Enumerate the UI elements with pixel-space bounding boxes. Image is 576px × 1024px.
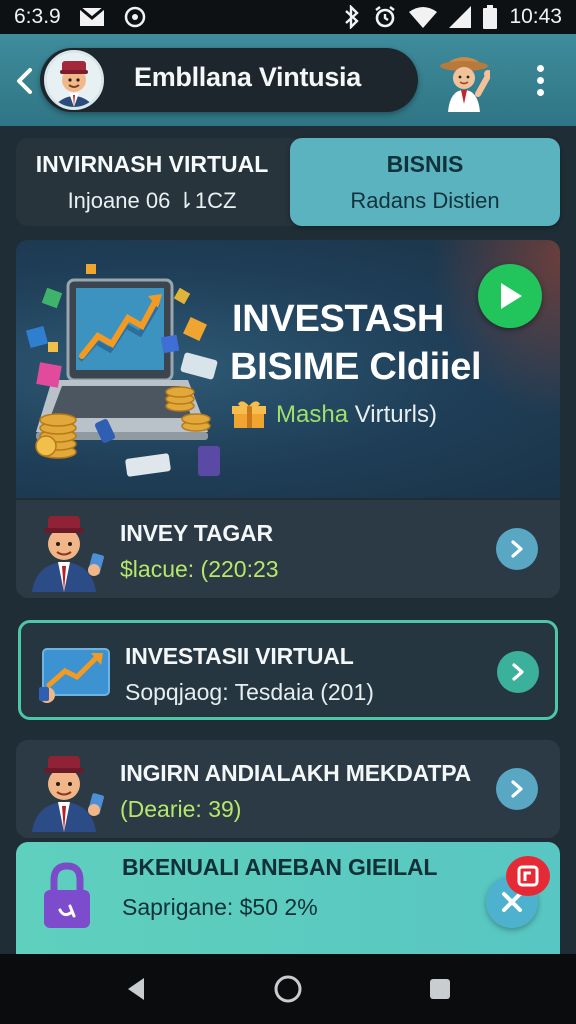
- avatar[interactable]: [44, 50, 104, 110]
- laptop-growth-illustration: [22, 256, 232, 486]
- back-triangle-icon[interactable]: [114, 967, 158, 1011]
- wifi-icon: [409, 6, 438, 28]
- banner-title-line1: INVESTASH: [232, 298, 444, 340]
- signal-icon: [449, 6, 472, 28]
- banner-subtitle-highlight: Masha: [276, 401, 349, 428]
- list-item-subtitle: (Dearie: 39): [120, 796, 242, 822]
- tab-invirnash-virtual[interactable]: INVIRNASH VIRTUAL Injoane 06 ⇂1CZ: [16, 138, 288, 226]
- list-item-subtitle: Sopqjaog: Tesdaia (201): [125, 679, 374, 705]
- home-circle-icon[interactable]: [266, 967, 310, 1011]
- status-bar: 6:3.9 10:43: [0, 0, 576, 34]
- badge-icon[interactable]: [506, 856, 550, 896]
- investor-avatar: [24, 748, 110, 832]
- status-time-right: 10:43: [509, 5, 562, 28]
- list-item-selected[interactable]: INVESTASII VIRTUAL Sopqjaog: Tesdaia (20…: [18, 620, 558, 720]
- recents-square-icon[interactable]: [418, 967, 462, 1011]
- investor-avatar: [24, 508, 110, 592]
- status-time-left: 6:3.9: [14, 5, 61, 28]
- tab-bisnis[interactable]: BISNIS Radans Distien: [290, 138, 560, 226]
- system-nav-bar: [0, 954, 576, 1024]
- tab-title: BISNIS: [386, 150, 464, 177]
- banner-title-line2: BISIME Cldiiel: [230, 346, 482, 388]
- title-pill: Embllana Vintusia: [40, 48, 418, 112]
- list-item-title: INGIRN ANDIALAKH MEKDATPA: [120, 760, 472, 786]
- tab-subtitle: Radans Distien: [350, 187, 500, 213]
- banner-subtitle: Masha Virturls): [232, 400, 437, 430]
- tab-subtitle: Injoane 06 ⇂1CZ: [67, 187, 237, 213]
- more-vert-icon[interactable]: [528, 62, 552, 98]
- battery-icon: [483, 5, 498, 29]
- promo-banner[interactable]: INVESTASH BISIME Cldiiel Masha Virturls): [16, 240, 560, 498]
- list-item-subtitle: $lacue: (220:23: [120, 556, 279, 582]
- list-item-title: INVEY TAGAR: [120, 520, 273, 546]
- tab-bar: INVIRNASH VIRTUAL Injoane 06 ⇂1CZ BISNIS…: [16, 138, 560, 226]
- list-item-title: BKENUALI ANEBAN GIEILAL: [122, 854, 438, 880]
- bluetooth-icon: [343, 5, 361, 29]
- list-item-title: INVESTASII VIRTUAL: [125, 643, 354, 669]
- list-item[interactable]: INGIRN ANDIALAKH MEKDATPA (Dearie: 39): [16, 740, 560, 838]
- chevron-right-icon[interactable]: [496, 768, 538, 810]
- list-item-subtitle: Saprigane: $50 2%: [122, 894, 318, 920]
- list-item[interactable]: BKENUALI ANEBAN GIEILAL Saprigane: $50 2…: [16, 842, 560, 954]
- app-header: Embllana Vintusia: [0, 34, 576, 126]
- chart-card-icon: [29, 631, 115, 715]
- chevron-right-icon[interactable]: [497, 651, 539, 693]
- alarm-icon: [373, 5, 397, 29]
- tab-title: INVIRNASH VIRTUAL: [35, 150, 269, 177]
- circle-status-icon: [123, 5, 147, 29]
- chevron-right-icon[interactable]: [496, 528, 538, 570]
- header-title: Embllana Vintusia: [134, 62, 361, 92]
- lock-icon: [42, 862, 92, 932]
- mail-icon: [78, 7, 105, 27]
- play-icon[interactable]: [478, 264, 542, 328]
- gift-icon: [232, 400, 266, 430]
- banner-subtitle-rest: Virturls): [348, 401, 437, 428]
- back-icon[interactable]: [10, 64, 38, 98]
- mascot: [438, 46, 492, 112]
- list-item[interactable]: INVEY TAGAR $lacue: (220:23: [16, 500, 560, 598]
